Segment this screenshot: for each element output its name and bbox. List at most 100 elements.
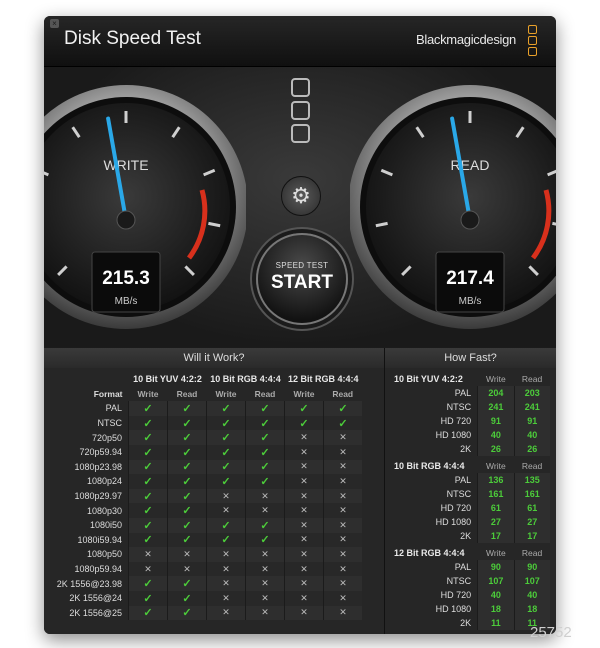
cross-icon: ✕ xyxy=(261,563,269,574)
read-fps-value: 40 xyxy=(513,428,550,442)
format-name: NTSC xyxy=(446,489,472,499)
table-row: 2K 1556@25 ✓ ✓ ✕ ✕ ✕ ✕ xyxy=(50,605,362,621)
result-cell: ✓ xyxy=(128,415,168,431)
start-button[interactable]: SPEED TEST START xyxy=(256,233,348,325)
start-button-caption: SPEED TEST xyxy=(275,261,329,270)
write-speed-unit: MB/s xyxy=(115,296,138,307)
checkmark-icon: ✓ xyxy=(221,475,231,488)
format-name: 1080p50 xyxy=(86,549,122,560)
format-name: 2K xyxy=(460,444,472,454)
result-cell: ✓ xyxy=(128,401,168,416)
format-name: PAL xyxy=(105,403,122,414)
write-fps-value: 241 xyxy=(477,400,515,414)
cross-icon: ✕ xyxy=(261,505,269,516)
cross-icon: ✕ xyxy=(339,578,347,589)
read-label: READ xyxy=(451,157,490,173)
result-cell: ✓ xyxy=(206,430,246,445)
format-name: NTSC xyxy=(446,576,472,586)
status-light-icon xyxy=(290,78,310,97)
result-cell: ✓ xyxy=(206,517,246,533)
close-icon[interactable]: × xyxy=(50,19,59,28)
result-cell: ✓ xyxy=(128,532,168,548)
result-cell: ✓ xyxy=(167,415,207,431)
result-cell: ✕ xyxy=(284,590,324,606)
result-cell: ✓ xyxy=(128,517,168,533)
result-cell: ✕ xyxy=(323,532,362,548)
checkmark-icon: ✓ xyxy=(260,402,270,415)
cross-icon: ✕ xyxy=(339,505,347,516)
app-window: × Disk Speed Test Blackmagicdesign WRITE… xyxy=(44,16,556,634)
table-row: 2K 1556@23.98 ✓ ✓ ✕ ✕ ✕ ✕ xyxy=(50,576,362,591)
table-row: 720p50 ✓ ✓ ✓ ✓ ✕ ✕ xyxy=(50,430,362,445)
how-fast-table: 10 Bit RGB 4:4:4 Write Read PAL 136 135 NTSC 16… xyxy=(390,459,550,543)
table-row: 1080p50 ✕ ✕ ✕ ✕ ✕ ✕ xyxy=(50,547,362,562)
result-cell: ✕ xyxy=(128,561,168,577)
checkmark-icon: ✓ xyxy=(143,505,153,518)
format-name: HD 1080 xyxy=(435,604,472,614)
result-cell: ✕ xyxy=(206,488,246,504)
checkmark-icon: ✓ xyxy=(260,534,270,547)
cross-icon: ✕ xyxy=(339,432,347,443)
cross-icon: ✕ xyxy=(300,592,308,603)
result-cell: ✓ xyxy=(167,517,207,533)
how-fast-table: 10 Bit YUV 4:2:2 Write Read PAL 204 203 NTSC 24… xyxy=(390,372,550,456)
result-cell: ✓ xyxy=(128,430,168,445)
checkmark-icon: ✓ xyxy=(260,417,270,430)
result-cell: ✕ xyxy=(284,503,324,518)
read-column-header: Read xyxy=(176,388,198,399)
result-cell: ✕ xyxy=(206,590,246,606)
cross-icon: ✕ xyxy=(339,607,347,618)
settings-gear-icon[interactable]: ⚙ xyxy=(281,176,321,216)
format-name: 2K xyxy=(460,618,472,628)
result-cell: ✕ xyxy=(206,547,246,562)
result-cell: ✕ xyxy=(284,444,324,460)
checkmark-icon: ✓ xyxy=(143,490,153,503)
checkmark-icon: ✓ xyxy=(221,432,231,445)
cross-icon: ✕ xyxy=(261,607,269,618)
how-fast-table: 12 Bit RGB 4:4:4 Write Read PAL 90 90 NTSC 107 1… xyxy=(390,546,550,630)
result-cell: ✕ xyxy=(323,605,362,621)
result-cell: ✓ xyxy=(128,590,168,606)
cross-icon: ✕ xyxy=(300,519,308,530)
result-cell: ✕ xyxy=(206,561,246,577)
result-cell: ✕ xyxy=(245,576,285,591)
result-cell: ✕ xyxy=(284,547,324,562)
result-cell: ✓ xyxy=(128,605,168,621)
cross-icon: ✕ xyxy=(339,490,347,501)
checkmark-icon: ✓ xyxy=(143,592,153,605)
result-cell: ✕ xyxy=(323,444,362,460)
cross-icon: ✕ xyxy=(300,490,308,501)
read-fps-value: 91 xyxy=(513,414,550,428)
result-cell: ✓ xyxy=(245,430,285,445)
result-cell: ✓ xyxy=(245,517,285,533)
checkmark-icon: ✓ xyxy=(182,534,192,547)
table-row: HD 720 91 91 xyxy=(390,414,550,428)
result-cell: ✓ xyxy=(206,474,246,489)
result-cell: ✕ xyxy=(323,459,362,475)
format-column-header: Format xyxy=(93,388,123,399)
write-fps-value: 136 xyxy=(477,473,515,487)
checkmark-icon: ✓ xyxy=(260,475,270,488)
panel-divider xyxy=(384,348,385,634)
table-row: 2K 17 17 xyxy=(390,529,550,543)
table-row: 1080p29.97 ✓ ✓ ✕ ✕ ✕ ✕ xyxy=(50,488,362,504)
table-row: PAL 204 203 xyxy=(390,386,550,400)
table-row: 720p59.94 ✓ ✓ ✓ ✓ ✕ ✕ xyxy=(50,444,362,460)
result-cell: ✓ xyxy=(128,474,168,489)
table-row: NTSC 161 161 xyxy=(390,487,550,501)
format-name: NTSC xyxy=(97,418,123,429)
format-name: 720p50 xyxy=(91,432,122,443)
cross-icon: ✕ xyxy=(144,548,152,559)
table-row: 1080p59.94 ✕ ✕ ✕ ✕ ✕ ✕ xyxy=(50,561,362,577)
checkmark-icon: ✓ xyxy=(221,402,231,415)
checkmark-icon: ✓ xyxy=(143,475,153,488)
write-column-header: Write xyxy=(293,388,315,399)
checkmark-icon: ✓ xyxy=(182,592,192,605)
result-cell: ✓ xyxy=(167,401,207,416)
write-label: WRITE xyxy=(103,157,148,173)
result-cell: ✕ xyxy=(245,590,285,606)
result-cell: ✓ xyxy=(206,532,246,548)
watermark-logo: 25752 xyxy=(530,624,572,641)
result-cell: ✓ xyxy=(245,474,285,489)
table-row: 1080i50 ✓ ✓ ✓ ✓ ✕ ✕ xyxy=(50,517,362,533)
